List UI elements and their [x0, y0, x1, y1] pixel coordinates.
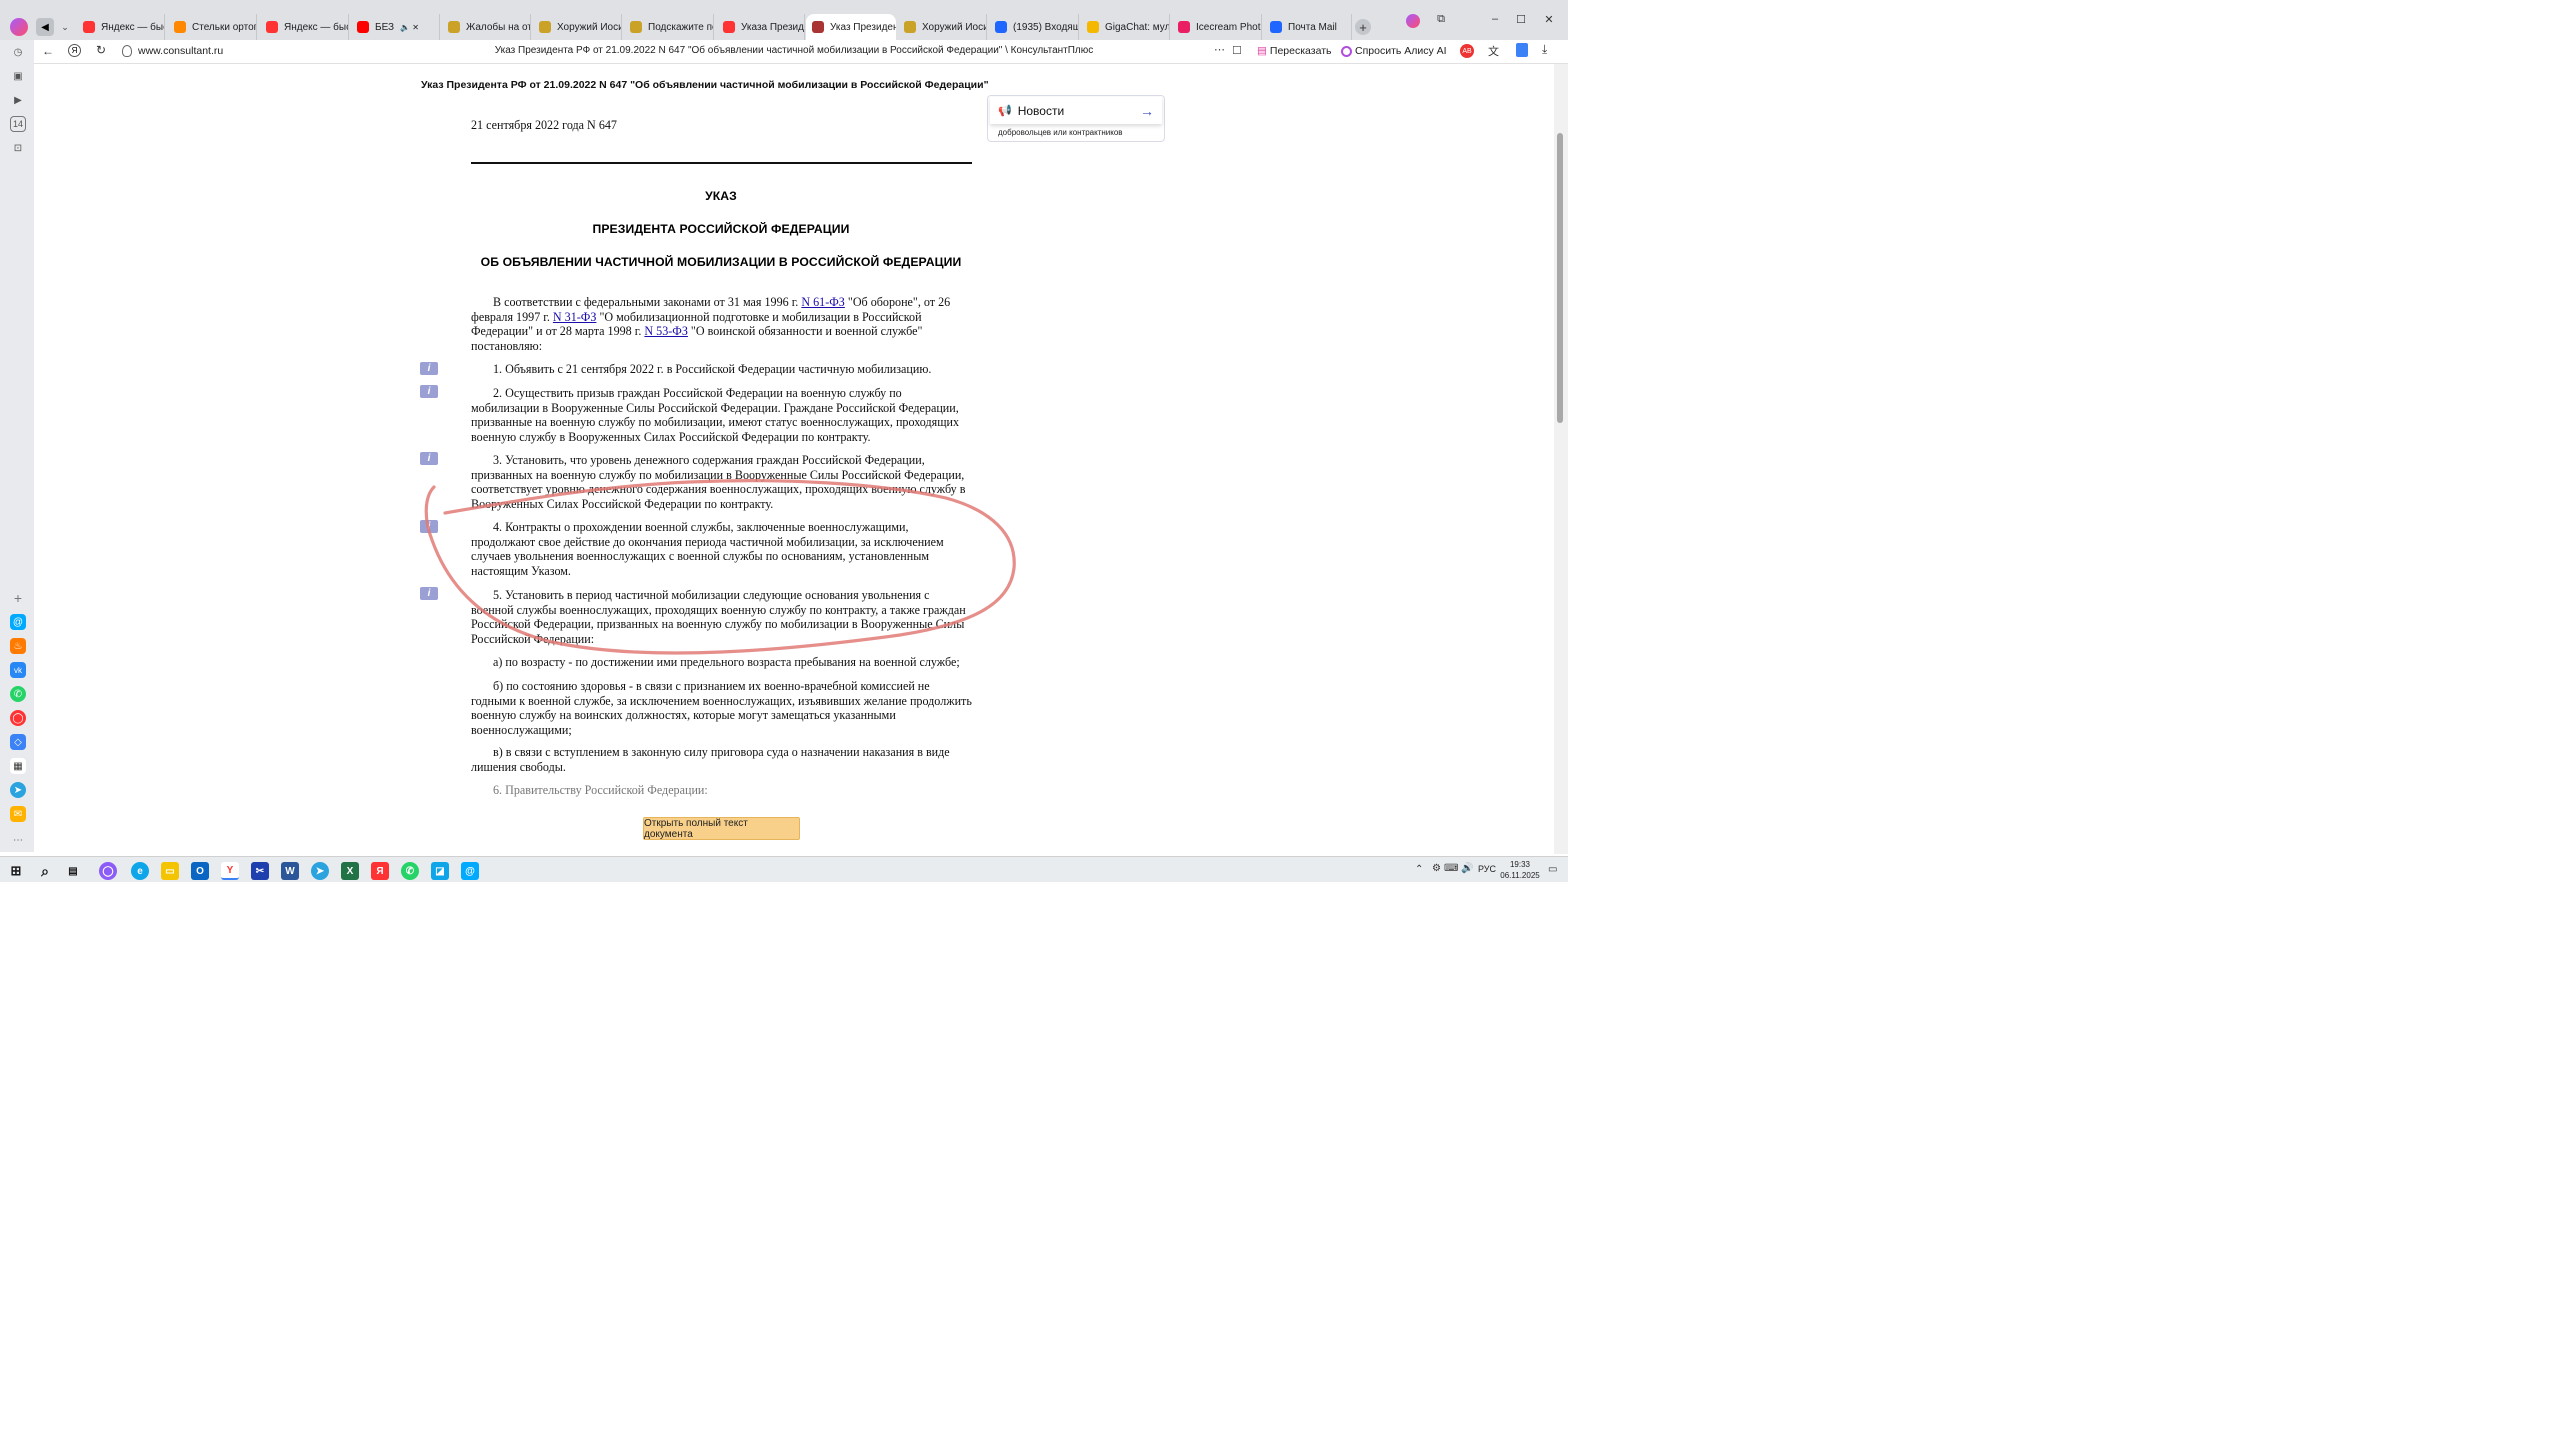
tray-chevron-icon[interactable]: ⌃ — [1415, 864, 1423, 875]
outlook-icon[interactable]: O — [191, 862, 209, 880]
mail-taskbar-icon[interactable]: @ — [461, 862, 479, 880]
excel-icon[interactable]: X — [341, 862, 359, 880]
clock[interactable]: 19:33 06.11.2025 — [1500, 859, 1540, 881]
windows-start-icon[interactable]: ⊞ — [7, 862, 25, 880]
word-icon[interactable]: W — [281, 862, 299, 880]
telegram-taskbar-icon[interactable]: ➤ — [311, 862, 329, 880]
photos-icon[interactable]: ◪ — [431, 862, 449, 880]
task-view-icon[interactable]: ▤ — [64, 862, 82, 880]
tray-icons[interactable]: ⚙⌨🔊 — [1432, 863, 1477, 874]
whatsapp-taskbar-icon[interactable]: ✆ — [401, 862, 419, 880]
search-icon[interactable]: ⌕ — [36, 862, 54, 880]
file-explorer-icon[interactable]: ▭ — [161, 862, 179, 880]
scrollbar-thumb[interactable] — [1557, 133, 1563, 423]
snipping-icon[interactable]: ✂ — [251, 862, 269, 880]
taskbar: ⊞ ⌕ ▤ ◯ e ▭ O Y ✂ W ➤ X Я ✆ ◪ @ ⌃ ⚙⌨🔊 РУ… — [0, 856, 1568, 882]
alice-taskbar-icon[interactable]: ◯ — [99, 862, 117, 880]
edge-icon[interactable]: e — [131, 862, 149, 880]
hand-drawn-annotation — [424, 479, 1016, 655]
yandex-icon[interactable]: Я — [371, 862, 389, 880]
yandex-browser-icon[interactable]: Y — [221, 862, 239, 880]
notifications-icon[interactable]: ▭ — [1548, 864, 1557, 875]
annotation-loop — [424, 479, 1016, 655]
language-indicator[interactable]: РУС — [1478, 864, 1496, 874]
